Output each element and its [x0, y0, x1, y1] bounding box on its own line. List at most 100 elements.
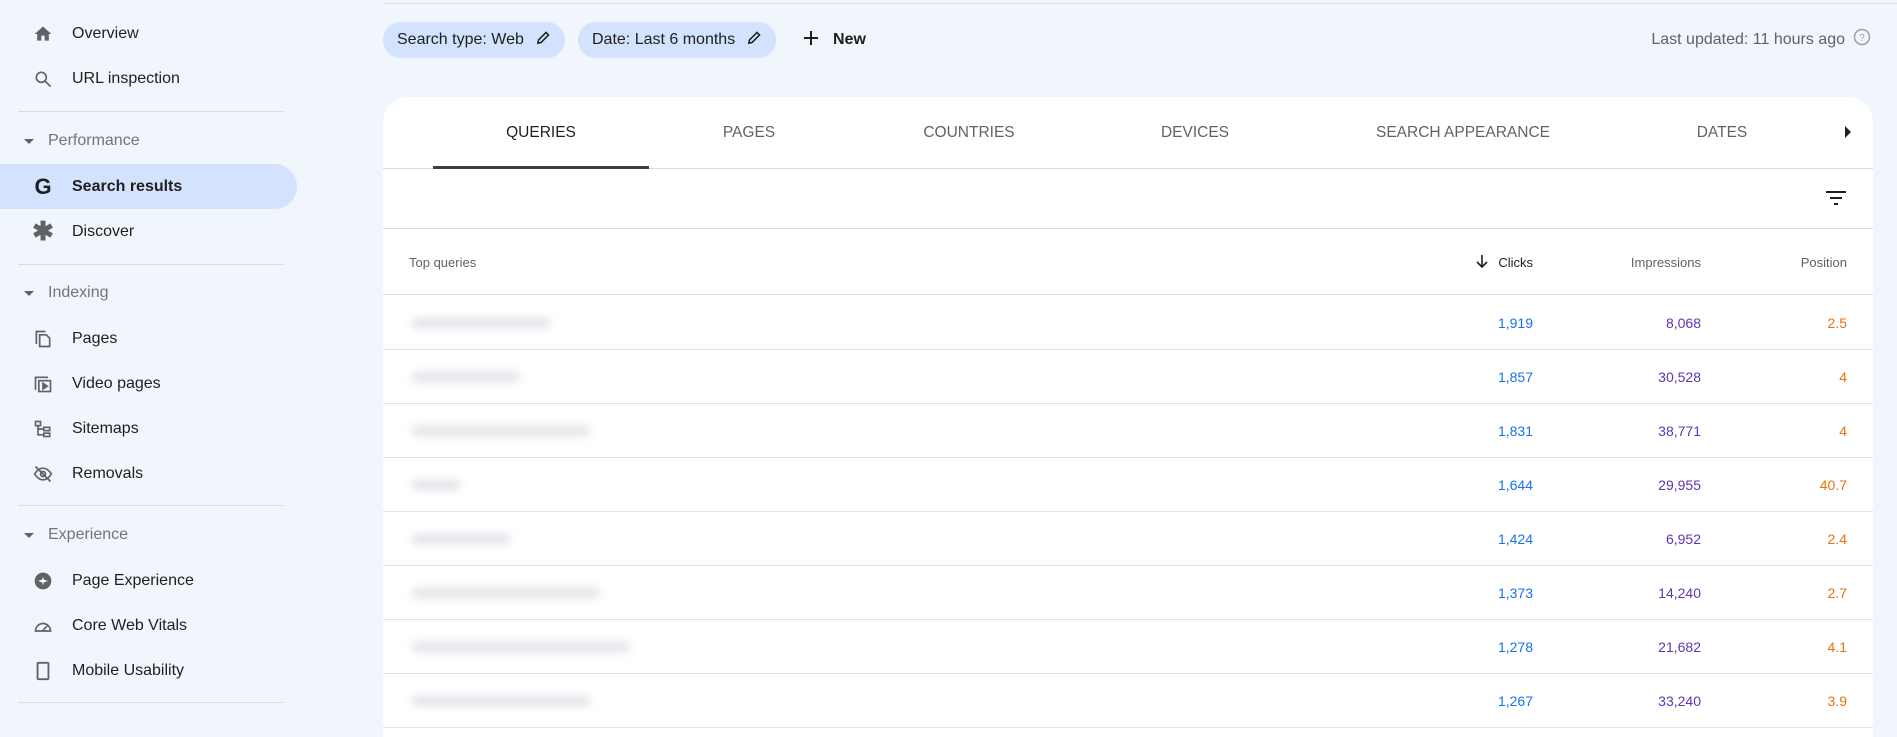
section-title: Indexing: [48, 284, 109, 301]
header-clicks[interactable]: Clicks: [1476, 229, 1533, 295]
sidebar-item-url-inspection[interactable]: URL inspection: [0, 56, 297, 101]
clicks-value: 1,919: [1497, 315, 1533, 331]
filter-icon[interactable]: [1825, 189, 1847, 207]
gauge-icon: [32, 615, 54, 637]
divider: [18, 111, 284, 112]
position-value: 3.9: [1827, 693, 1847, 709]
search-type-filter-chip[interactable]: Search type: Web: [383, 22, 565, 58]
position-value: 4: [1839, 423, 1847, 439]
table-row[interactable]: 1,644 29,955 40.7: [383, 458, 1873, 512]
header-position[interactable]: Position: [1801, 229, 1847, 295]
sidebar-item-pages[interactable]: Pages: [0, 316, 297, 361]
sidebar-item-page-experience[interactable]: Page Experience: [0, 558, 297, 603]
sidebar-item-video-pages[interactable]: Video pages: [0, 361, 297, 406]
sidebar-item-label: Sitemaps: [72, 419, 139, 437]
eye-off-icon: [32, 463, 54, 485]
sidebar-item-label: Overview: [72, 24, 139, 42]
position-value: 4.1: [1827, 639, 1847, 655]
table-row[interactable]: 1,857 30,528 4: [383, 350, 1873, 404]
scroll-tabs-right-icon[interactable]: [1845, 126, 1851, 138]
sidebar-item-removals[interactable]: Removals: [0, 451, 297, 496]
tab-countries[interactable]: COUNTRIES: [923, 97, 1014, 169]
tab-dates[interactable]: DATES: [1697, 97, 1748, 169]
position-value: 2.5: [1827, 315, 1847, 331]
clicks-value: 1,373: [1497, 585, 1533, 601]
search-icon: [32, 68, 54, 90]
sitemap-icon: [32, 418, 54, 440]
section-indexing[interactable]: Indexing: [24, 278, 109, 308]
performance-table-card: QUERIES PAGES COUNTRIES DEVICES SEARCH A…: [383, 97, 1873, 737]
phone-icon: [32, 660, 54, 682]
google-g-icon: G: [34, 173, 52, 199]
sidebar-item-overview[interactable]: Overview: [0, 11, 297, 56]
chip-label: Search type: Web: [397, 31, 524, 48]
sidebar-item-label: Mobile Usability: [72, 661, 185, 679]
sidebar-item-label: Search results: [72, 177, 183, 195]
caret-down-icon: [24, 532, 34, 538]
position-value: 40.7: [1819, 477, 1847, 493]
impressions-value: 30,528: [1658, 369, 1701, 385]
filter-bar: [383, 169, 1873, 229]
tab-search-appearance[interactable]: SEARCH APPEARANCE: [1376, 97, 1550, 169]
divider: [18, 505, 284, 506]
impressions-value: 29,955: [1658, 477, 1701, 493]
sidebar-item-mobile-usability[interactable]: Mobile Usability: [0, 648, 297, 693]
clicks-value: 1,267: [1497, 693, 1533, 709]
sidebar-item-core-web-vitals[interactable]: Core Web Vitals: [0, 603, 297, 648]
sidebar-item-search-results[interactable]: G Search results: [0, 164, 297, 209]
help-icon[interactable]: ?: [1853, 28, 1871, 51]
blurred-query: [411, 371, 521, 383]
sidebar-item-sitemaps[interactable]: Sitemaps: [0, 406, 297, 451]
clicks-value: 1,857: [1497, 369, 1533, 385]
sidebar-item-label: Core Web Vitals: [72, 616, 188, 634]
clicks-value: 1,831: [1497, 423, 1533, 439]
sidebar-item-label: Removals: [72, 464, 144, 482]
blurred-query: [411, 587, 601, 599]
date-filter-chip[interactable]: Date: Last 6 months: [578, 22, 777, 58]
table-row[interactable]: 1,278 21,682 4.1: [383, 620, 1873, 674]
page-experience-icon: [32, 570, 54, 592]
asterisk-icon: ✱: [32, 216, 54, 246]
table-row[interactable]: 1,373 14,240 2.7: [383, 566, 1873, 620]
clicks-value: 1,644: [1497, 477, 1533, 493]
impressions-value: 38,771: [1658, 423, 1701, 439]
blurred-query: [411, 695, 591, 707]
plus-icon: [803, 30, 819, 51]
sidebar-item-label: URL inspection: [72, 69, 180, 87]
header-impressions[interactable]: Impressions: [1631, 229, 1701, 295]
new-filter-button[interactable]: New: [803, 22, 866, 58]
sidebar-item-label: Page Experience: [72, 571, 194, 589]
pencil-icon: [536, 30, 551, 50]
caret-down-icon: [24, 290, 34, 296]
divider: [18, 702, 284, 703]
tab-pages[interactable]: PAGES: [723, 97, 775, 169]
header-label: Clicks: [1498, 254, 1533, 270]
table-row[interactable]: 1,424 6,952 2.4: [383, 512, 1873, 566]
divider: [18, 264, 284, 265]
tab-devices[interactable]: DEVICES: [1161, 97, 1229, 169]
blurred-query: [411, 425, 591, 437]
sidebar-item-discover[interactable]: ✱ Discover: [0, 209, 297, 254]
impressions-value: 21,682: [1658, 639, 1701, 655]
divider: [383, 3, 1897, 4]
pages-icon: [32, 328, 54, 350]
section-performance[interactable]: Performance: [24, 126, 140, 156]
sidebar-item-label: Pages: [72, 329, 118, 347]
clicks-value: 1,278: [1497, 639, 1533, 655]
table-row[interactable]: 1,267 33,240 3.9: [383, 674, 1873, 728]
table-header: Top queries Clicks Impressions Position: [383, 229, 1873, 295]
blurred-query: [411, 641, 631, 653]
impressions-value: 14,240: [1658, 585, 1701, 601]
arrow-down-icon: [1476, 254, 1488, 271]
section-experience[interactable]: Experience: [24, 520, 128, 550]
blurred-query: [411, 533, 511, 545]
impressions-value: 8,068: [1665, 315, 1701, 331]
tab-queries[interactable]: QUERIES: [506, 97, 576, 169]
sidebar-item-label: Video pages: [72, 374, 161, 392]
table-row[interactable]: 1,919 8,068 2.5: [383, 296, 1873, 350]
sidebar-item-label: Discover: [72, 222, 135, 240]
table-row[interactable]: 1,831 38,771 4: [383, 404, 1873, 458]
svg-text:?: ?: [1859, 33, 1865, 44]
video-pages-icon: [32, 373, 54, 395]
header-top-queries: Top queries: [409, 254, 477, 270]
